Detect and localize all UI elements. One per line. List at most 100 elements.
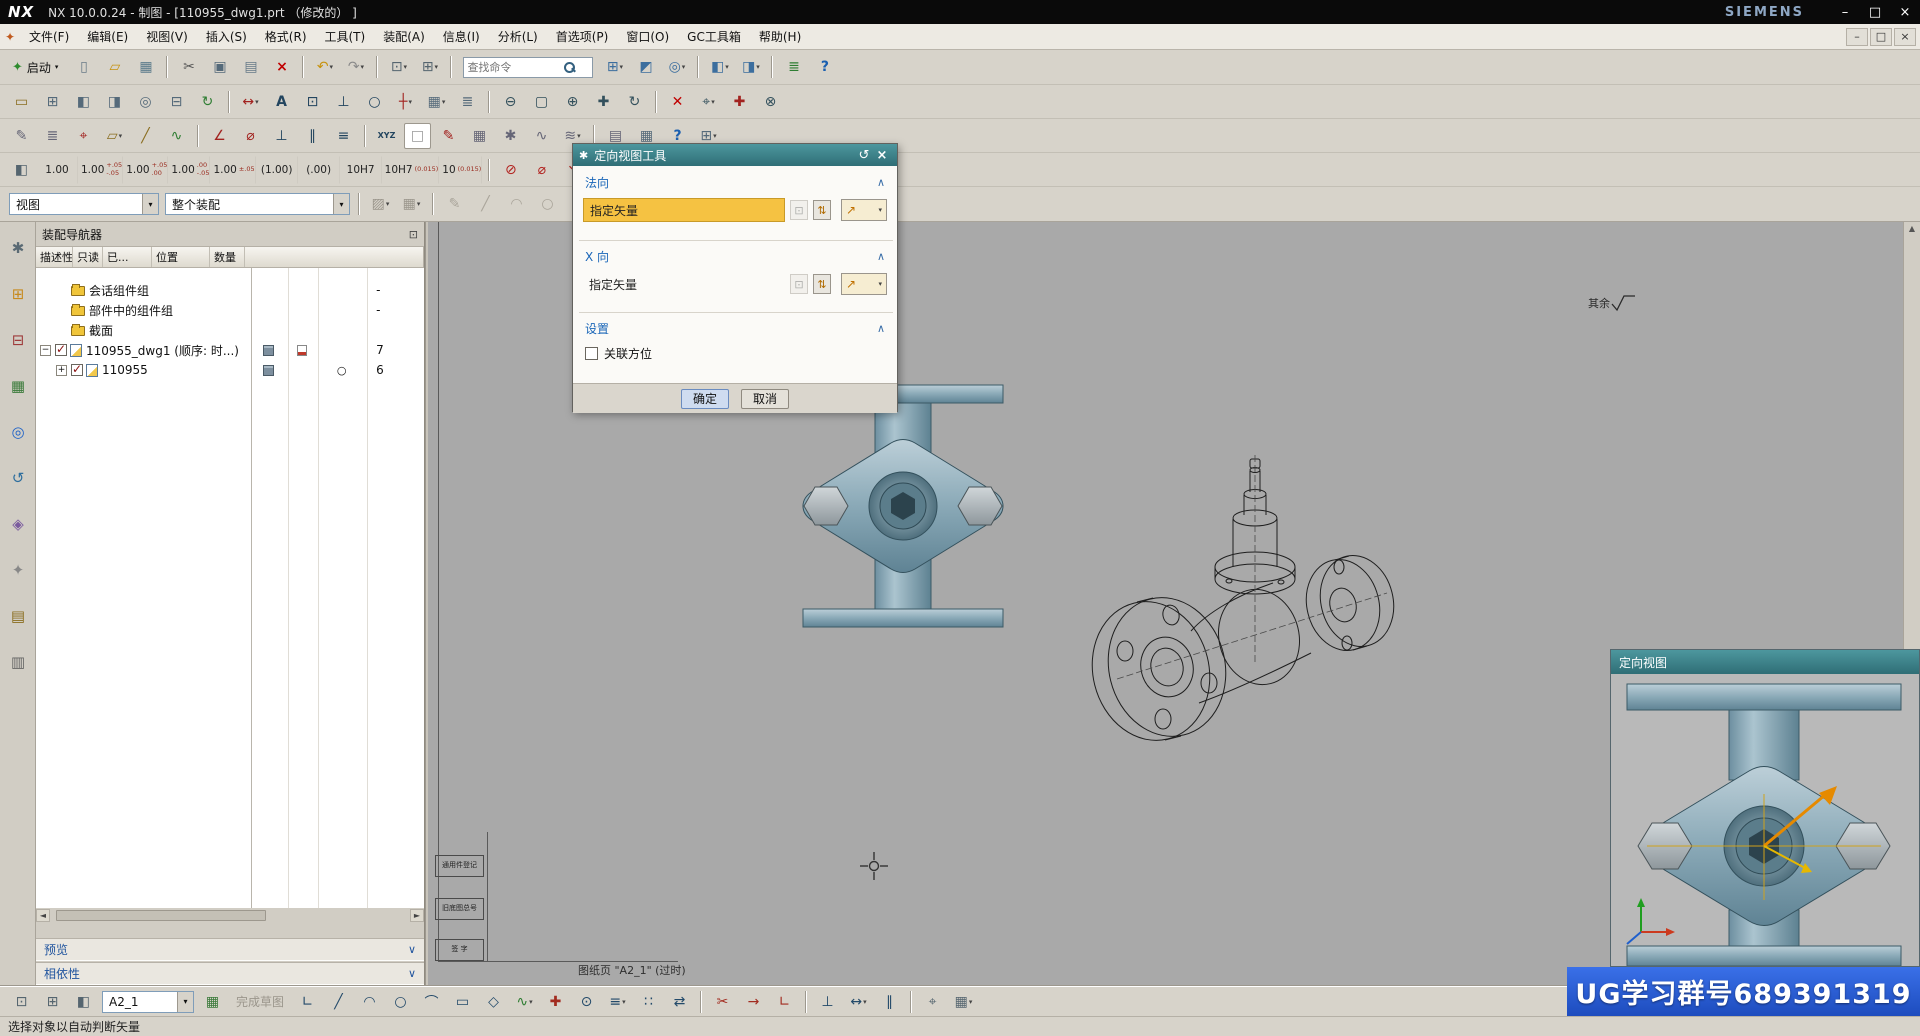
grid-toggle-button[interactable]: ▦	[199, 989, 226, 1015]
datum-axis-button[interactable]: ╱	[132, 123, 159, 149]
grid-display-button[interactable]: ▦	[466, 123, 493, 149]
xdir-vector-dialog-button[interactable]: ⊡	[790, 274, 808, 294]
dialog-close-button[interactable]: ×	[873, 148, 891, 163]
scrollbar-thumb[interactable]	[56, 910, 266, 921]
rapid-dimension-sketch-button[interactable]: ↔ ▾	[845, 989, 872, 1015]
sheet-zones-button[interactable]: ⊞	[39, 989, 66, 1015]
customize-button[interactable]: ✱	[497, 123, 524, 149]
wcs-button[interactable]: ⌖	[70, 123, 97, 149]
reuse-library-icon[interactable]: ▤	[6, 604, 30, 628]
perpendicular-constraint-button[interactable]: ⊥	[268, 123, 295, 149]
expand-toggle-icon[interactable]: −	[40, 344, 51, 356]
collapse-chevron-icon[interactable]: ∧	[877, 176, 885, 189]
line-tool-button[interactable]: ╱	[472, 191, 499, 217]
resource-options-icon[interactable]: ✱	[6, 236, 30, 260]
grid-settings-button[interactable]: ▦ ▾	[950, 989, 977, 1015]
geometric-constraints-button[interactable]: ⊥	[814, 989, 841, 1015]
rotate-view-button[interactable]: ↻	[621, 89, 648, 115]
dialog-titlebar[interactable]: ✱ 定向视图工具 ↺ ×	[573, 144, 897, 166]
fillet-button[interactable]: ⌒	[418, 989, 445, 1015]
close-button[interactable]: ×	[1890, 1, 1920, 23]
render-style-button[interactable]: ◨ ▾	[737, 54, 764, 80]
xdir-reverse-direction-button[interactable]: ⇅	[813, 274, 831, 294]
assembly-scope-dropdown[interactable]: 整个装配 ▾	[165, 193, 350, 215]
undo-button[interactable]: ↶ ▾	[311, 54, 338, 80]
angle-dimension-button[interactable]: ∠	[206, 123, 233, 149]
section-view-button[interactable]: ⊟	[163, 89, 190, 115]
constraint-navigator-icon[interactable]: ⊟	[6, 328, 30, 352]
table-row[interactable]: 截面	[36, 320, 424, 340]
component-checkbox[interactable]	[55, 342, 67, 356]
no-diameter-symbol-button[interactable]: ⊘	[497, 157, 524, 183]
preview-viewport[interactable]	[1611, 674, 1919, 966]
new-file-button[interactable]: ▯	[70, 54, 97, 80]
dialog-reset-button[interactable]: ↺	[855, 148, 873, 163]
diameter-symbol-button[interactable]: ⌀	[528, 157, 555, 183]
table-row[interactable]: 会话组件组 -	[36, 280, 424, 300]
part-navigator-icon[interactable]: ▦	[6, 374, 30, 398]
xyz-point-button[interactable]: XYZ	[373, 123, 400, 149]
paste-button[interactable]: ▤	[237, 54, 264, 80]
column-header[interactable]: 描述性部件名▲	[36, 247, 73, 267]
profile-button[interactable]: ∟	[294, 989, 321, 1015]
table-row[interactable]: − 110955_dwg1 (顺序: 时...) 7	[36, 340, 424, 360]
pattern-curve-button[interactable]: ∷	[635, 989, 662, 1015]
table-row[interactable]: 部件中的组件组 -	[36, 300, 424, 320]
blank-swatch-button[interactable]: □	[404, 122, 431, 149]
menu-assemblies[interactable]: 装配(A)	[374, 24, 434, 50]
menu-help[interactable]: 帮助(H)	[750, 24, 810, 50]
arc-tool-button[interactable]: ◠	[503, 191, 530, 217]
note-button[interactable]: A	[268, 89, 295, 115]
tol-preset-symmetric[interactable]: 1.00 ±.05	[212, 155, 256, 184]
tol-preset-lower[interactable]: 1.00 .00 -.05	[170, 155, 211, 184]
rapid-dimension-button[interactable]: ↔ ▾	[237, 89, 264, 115]
base-view-button[interactable]: ◧	[70, 89, 97, 115]
trim-button[interactable]: ✂	[709, 989, 736, 1015]
collapse-chevron-icon[interactable]: ∧	[877, 250, 885, 263]
detail-view-button[interactable]: ◎	[132, 89, 159, 115]
copy-button[interactable]: ▣	[206, 54, 233, 80]
zoom-in-button[interactable]: ⊕	[559, 89, 586, 115]
brush-button[interactable]: ▨ ▾	[367, 191, 394, 217]
balloon-button[interactable]: ○	[361, 89, 388, 115]
datum-plane-button[interactable]: ▱ ▾	[101, 123, 128, 149]
update-views-button[interactable]: ↻	[194, 89, 221, 115]
close-view-button[interactable]: ✕	[664, 89, 691, 115]
tol-preset-reference-zero[interactable]: (.00)	[300, 155, 340, 184]
arc-button[interactable]: ◠	[356, 989, 383, 1015]
menu-view[interactable]: 视图(V)	[137, 24, 197, 50]
line-button[interactable]: ╱	[325, 989, 352, 1015]
ellipse-button[interactable]: ⊙	[573, 989, 600, 1015]
column-header[interactable]: 已...	[103, 247, 152, 267]
column-header[interactable]: 数量	[210, 247, 245, 267]
drawing-view-front[interactable]	[791, 380, 1015, 635]
sheet-selector-dropdown[interactable]: A2_1 ▾	[102, 990, 194, 1013]
annotation-edit-button[interactable]: ✎	[435, 123, 462, 149]
menu-edit[interactable]: 编辑(E)	[78, 24, 137, 50]
normal-reverse-direction-button[interactable]: ⇅	[813, 200, 831, 220]
child-minimize-button[interactable]: –	[1846, 27, 1868, 46]
redo-button[interactable]: ↷ ▾	[342, 54, 369, 80]
menu-information[interactable]: 信息(I)	[434, 24, 489, 50]
circle-tool-button[interactable]: ○	[534, 191, 561, 217]
spline-button[interactable]: ∿	[528, 123, 555, 149]
menu-tools[interactable]: 工具(T)	[316, 24, 375, 50]
task-environment-button[interactable]: ⊡	[8, 989, 35, 1015]
preview-section-header[interactable]: 预览 ∨	[36, 938, 424, 961]
normal-vector-dialog-button[interactable]: ⊡	[790, 200, 808, 220]
tol-preset-fit-tolerance[interactable]: 10H7 (0.015)	[384, 155, 440, 184]
diameter-dimension-button[interactable]: ⌀	[237, 123, 264, 149]
view-group-button[interactable]: ⊞ ▾	[601, 54, 628, 80]
cut-button[interactable]: ✂	[175, 54, 202, 80]
save-button[interactable]: ▦	[132, 54, 159, 80]
tol-preset-upper[interactable]: 1.00 +.05.00	[125, 155, 169, 184]
view-wizard-button[interactable]: ⊞	[39, 89, 66, 115]
associative-orientation-checkbox[interactable]	[585, 346, 598, 360]
point-tool-button[interactable]: ✚	[726, 89, 753, 115]
process-studio-icon[interactable]: ◈	[6, 512, 30, 536]
panel-float-button[interactable]: ⊡	[409, 228, 418, 241]
drawing-view-isometric[interactable]	[1087, 455, 1407, 793]
column-header[interactable]: 位置	[152, 247, 210, 267]
menu-preferences[interactable]: 首选项(P)	[547, 24, 618, 50]
dependencies-section-header[interactable]: 相依性 ∨	[36, 962, 424, 985]
